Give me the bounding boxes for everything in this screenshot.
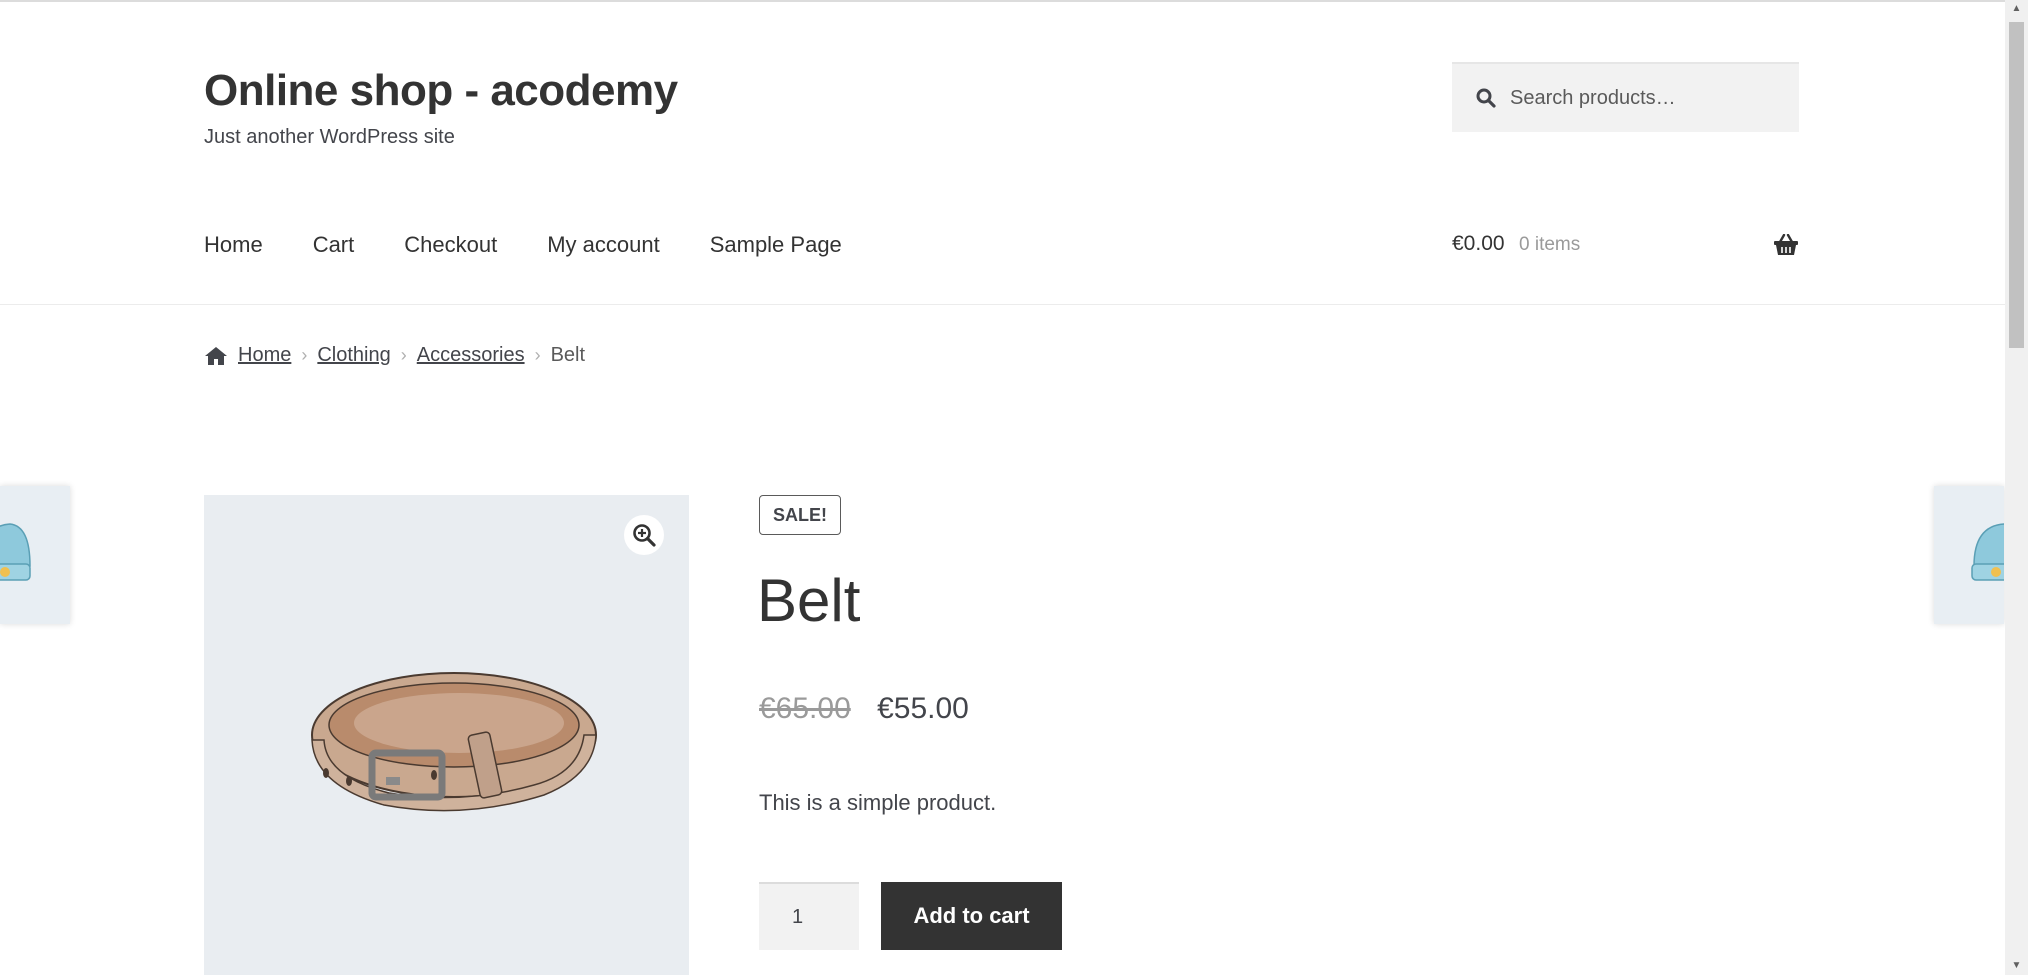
chevron-right-icon: › — [301, 345, 308, 365]
basket-icon — [1774, 234, 1798, 255]
nav-item-checkout[interactable]: Checkout — [404, 232, 497, 258]
quantity-input[interactable] — [759, 882, 859, 950]
nav-item-my-account[interactable]: My account — [547, 232, 660, 258]
site-title[interactable]: Online shop - acodemy — [204, 66, 678, 116]
page-scrollbar[interactable]: ▲ ▼ — [2005, 0, 2028, 975]
zoom-button[interactable] — [624, 515, 664, 555]
add-to-cart-button[interactable]: Add to cart — [881, 882, 1062, 950]
beanie-icon — [1971, 523, 2004, 581]
next-product-thumbnail[interactable] — [1934, 486, 2004, 624]
search-box[interactable] — [1452, 62, 1799, 132]
previous-product-thumbnail[interactable] — [0, 486, 70, 624]
product-short-description: This is a simple product. — [759, 790, 997, 815]
search-input[interactable] — [1508, 64, 1792, 132]
cart-count: 0 items — [1519, 234, 1581, 255]
header-divider — [0, 304, 2005, 305]
zoom-in-icon — [633, 524, 656, 547]
header-cart[interactable]: €0.00 0 items — [1452, 232, 1799, 262]
search-icon — [1476, 88, 1496, 108]
cart-amount: €0.00 — [1452, 232, 1505, 255]
chevron-right-icon: › — [400, 345, 407, 365]
breadcrumb-accessories[interactable]: Accessories — [417, 344, 525, 367]
breadcrumb-current: Belt — [550, 344, 586, 366]
nav-item-sample-page[interactable]: Sample Page — [710, 232, 842, 258]
home-icon — [205, 346, 227, 365]
nav-item-cart[interactable]: Cart — [313, 232, 355, 258]
sale-badge: SALE! — [759, 495, 841, 535]
scroll-down-arrow-icon[interactable]: ▼ — [2005, 957, 2028, 975]
chevron-right-icon: › — [534, 345, 541, 365]
regular-price: €65.00 — [759, 692, 851, 725]
beanie-icon — [0, 523, 31, 581]
breadcrumb: Home › Clothing › Accessories › Belt — [204, 344, 585, 367]
breadcrumb-clothing[interactable]: Clothing — [317, 344, 390, 367]
scroll-up-arrow-icon[interactable]: ▲ — [2005, 0, 2028, 18]
scroll-thumb[interactable] — [2009, 22, 2024, 348]
top-border — [0, 0, 2005, 2]
product-gallery[interactable] — [204, 495, 689, 975]
sale-price: €55.00 — [877, 692, 969, 725]
nav-item-home[interactable]: Home — [204, 232, 263, 258]
product-image-belt — [311, 672, 597, 812]
breadcrumb-home[interactable]: Home — [238, 344, 291, 367]
product-price: €65.00 €55.00 — [759, 692, 969, 726]
product-title: Belt — [757, 567, 861, 634]
primary-navigation: Home Cart Checkout My account Sample Pag… — [204, 232, 892, 258]
site-tagline: Just another WordPress site — [204, 126, 455, 148]
